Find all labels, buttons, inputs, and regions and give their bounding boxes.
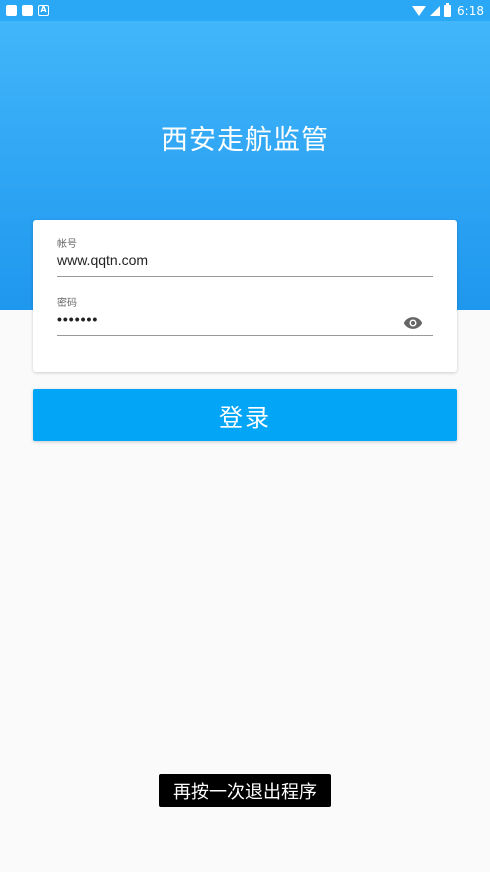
app-icon xyxy=(6,5,17,16)
password-underline xyxy=(57,335,433,336)
exit-toast: 再按一次退出程序 xyxy=(159,774,331,807)
notification-icons: A xyxy=(6,5,49,16)
app-title: 西安走航监管 xyxy=(161,125,329,156)
account-label: 帐号 xyxy=(57,239,77,250)
account-field[interactable]: 帐号 www.qqtn.com xyxy=(57,235,433,277)
account-underline xyxy=(57,276,433,277)
password-field[interactable]: 密码 ••••••• xyxy=(57,294,433,336)
status-time: 6:18 xyxy=(457,3,484,18)
a-icon: A xyxy=(38,5,49,16)
app-icon xyxy=(22,5,33,16)
signal-icon xyxy=(430,5,441,16)
login-button[interactable]: 登录 xyxy=(33,389,457,441)
system-icons: 6:18 xyxy=(412,2,484,18)
password-input[interactable]: ••••••• xyxy=(57,311,433,327)
account-input[interactable]: www.qqtn.com xyxy=(57,252,433,268)
login-form-card: 帐号 www.qqtn.com 密码 ••••••• xyxy=(33,220,457,372)
status-bar: A 6:18 xyxy=(0,0,490,21)
eye-icon[interactable] xyxy=(403,316,423,330)
password-label: 密码 xyxy=(57,298,77,309)
battery-icon xyxy=(444,2,452,17)
wifi-icon xyxy=(412,5,427,16)
